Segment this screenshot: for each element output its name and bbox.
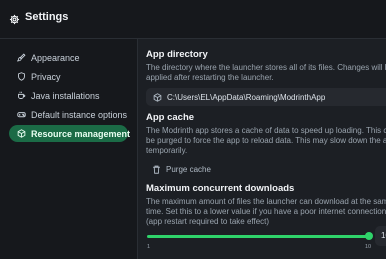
sidebar-item-label: Privacy [31,71,61,82]
coffee-icon [17,91,26,100]
concurrent-downloads-title: Maximum concurrent downloads [146,183,295,194]
paint-brush-icon [16,53,26,62]
purge-cache-label: Purge cache [166,164,211,174]
slider-min-label: 1 [147,244,151,250]
app-directory-description: The directory where the launcher stores … [146,63,386,82]
app-directory-title: App directory [146,49,208,60]
title-bar: Settings [0,0,386,34]
gear-icon [9,12,20,24]
purge-cache-button[interactable]: Purge cache [152,161,224,177]
sidebar-item-label: Java installations [31,90,100,101]
settings-panel: App directory The directory where the la… [137,39,386,259]
shield-icon [17,72,26,81]
sidebar: Appearance Privacy Java installations De… [0,39,137,259]
sidebar-item-java-installations[interactable]: Java installations [9,87,128,104]
app-cache-description: The Modrinth app stores a cache of data … [146,126,386,155]
app-directory-path: C:\Users\EL\AppData\Roaming\ModrinthApp [167,92,326,102]
slider-track[interactable] [147,235,368,238]
slider-max-label: 10 [365,244,372,250]
folder-icon [153,92,162,102]
concurrent-downloads-slider[interactable]: 1 10 10 [146,226,386,258]
concurrent-downloads-description: The maximum amount of files the launcher… [146,197,386,226]
sidebar-item-appearance[interactable]: Appearance [9,49,128,66]
gamepad-icon [17,110,26,119]
page-title: Settings [25,11,69,23]
sidebar-item-privacy[interactable]: Privacy [9,68,128,85]
sidebar-item-resource-management[interactable]: Resource management [9,125,131,142]
sidebar-item-label: Appearance [31,52,80,63]
slider-thumb[interactable] [365,232,373,240]
concurrent-downloads-value-input[interactable]: 10 [375,226,386,246]
sidebar-item-label: Resource management [31,128,131,139]
trash-icon [152,165,161,174]
box-icon [17,129,26,138]
sidebar-item-label: Default instance options [31,109,128,120]
app-directory-path-button[interactable]: C:\Users\EL\AppData\Roaming\ModrinthApp [146,88,386,106]
app-cache-title: App cache [146,112,195,123]
sidebar-item-default-instance-options[interactable]: Default instance options [9,106,128,123]
